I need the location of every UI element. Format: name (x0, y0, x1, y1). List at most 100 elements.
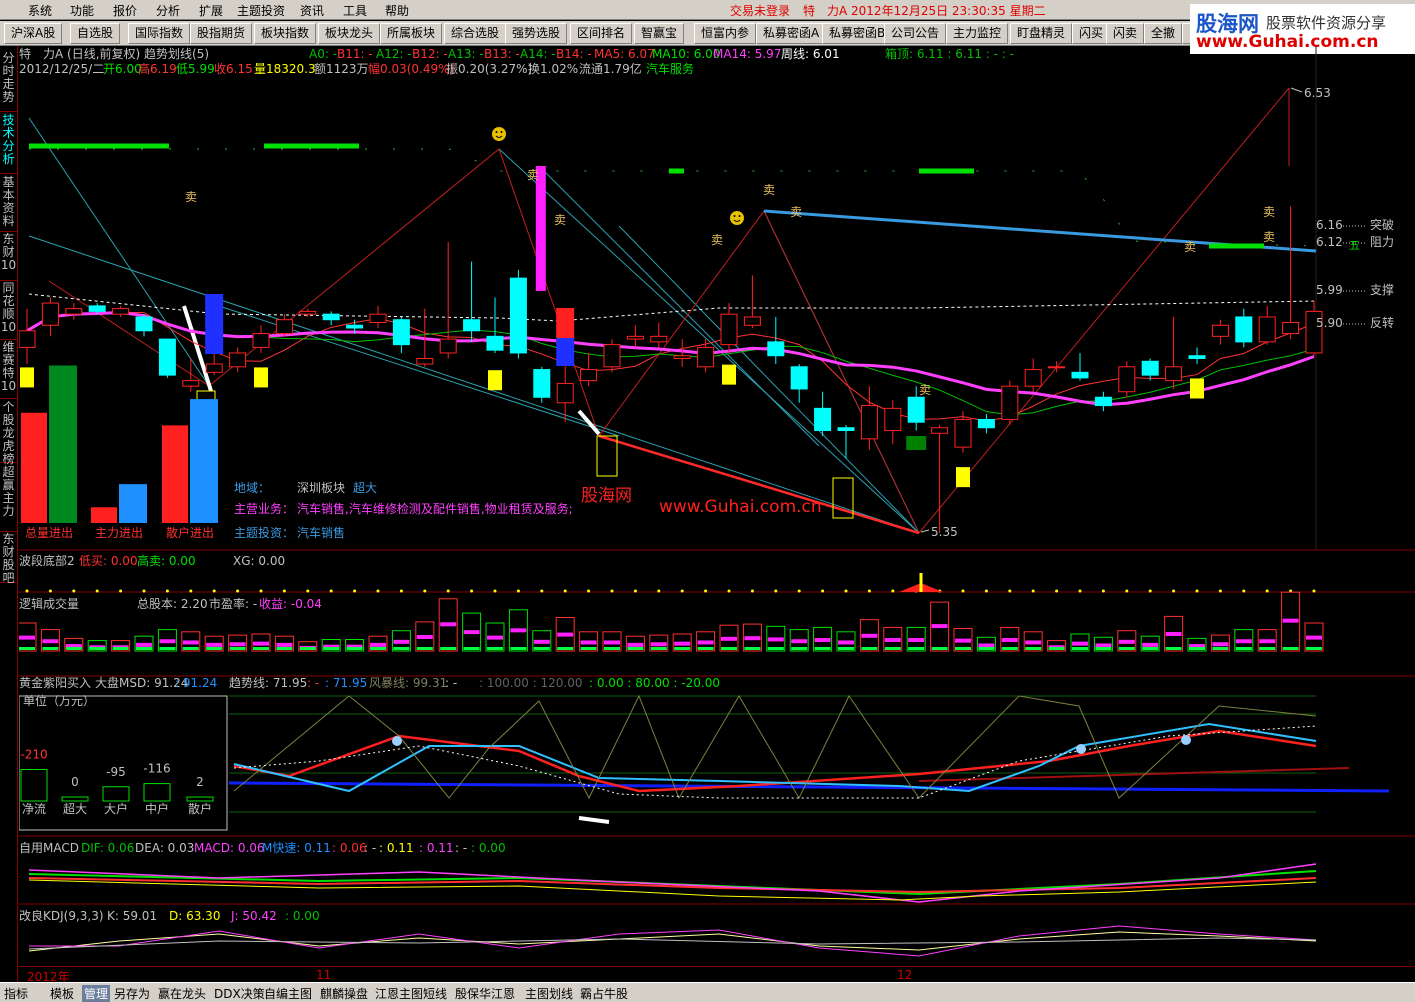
units-value: -210 (20, 748, 47, 762)
bottom-tab[interactable]: 麒麟操盘 (320, 985, 368, 1002)
volume-base (580, 647, 597, 650)
candle (369, 305, 387, 329)
indicator-value: A12: - (376, 47, 412, 61)
menu-item-label[interactable]: 功能 (70, 4, 94, 18)
sidebar-tab[interactable]: 个股龙虎榜 (0, 401, 17, 466)
toolbar-button[interactable]: 综合选股 (444, 23, 507, 44)
sidebar-tab[interactable]: 基本资料 (0, 176, 17, 232)
menu-item-label[interactable]: 分析 (156, 4, 180, 18)
volume-mark (229, 642, 246, 647)
volume-mark (1025, 640, 1042, 645)
wave-dot (1031, 589, 1035, 593)
sidebar-tab-label: 分时走势 (2, 51, 15, 104)
sidebar-tab[interactable]: 技术分析 (0, 114, 17, 174)
bottom-tab[interactable]: 模板 (50, 985, 74, 1002)
toolbar-button[interactable]: 全撤 (1144, 23, 1183, 44)
sidebar-tab[interactable]: 东财10 (0, 233, 17, 281)
candle-body (884, 407, 902, 432)
menu-item-label[interactable]: 系统 (28, 4, 52, 18)
bottom-tab[interactable]: 江恩主图短线 (375, 985, 447, 1002)
sidebar-tab[interactable]: 维赛特10 (0, 341, 17, 399)
menu-item-label[interactable]: 主题投资 (237, 4, 285, 18)
toolbar-button[interactable]: 板块指数 (254, 23, 317, 44)
volume-base (838, 647, 854, 650)
toolbar-button[interactable]: 闪买 (1072, 23, 1111, 44)
toolbar-button[interactable]: 区间排名 (570, 23, 633, 44)
toolbar-button[interactable]: 所属板块 (380, 23, 443, 44)
toolbar-button[interactable]: 主力监控 (946, 23, 1009, 44)
volume-base (159, 647, 176, 650)
gold-trend: 趋势线: 71.95 (229, 676, 307, 690)
bottom-tab[interactable]: 殷保华江恩 (455, 985, 515, 1002)
candle-body (346, 324, 364, 329)
bottom-tab[interactable]: DDX决策 (214, 985, 265, 1002)
volume-base (744, 647, 761, 650)
menu-item-label[interactable]: 帮助 (385, 4, 409, 18)
sell-marker: 卖 (919, 383, 931, 397)
bottom-tab[interactable]: 霸占牛股 (580, 985, 628, 1002)
wave-dot (189, 589, 193, 593)
sidebar-tab[interactable]: 分时走势 (0, 52, 17, 112)
toolbar-button[interactable]: 闪卖 (1106, 23, 1145, 44)
bottom-tab[interactable]: 指标 (4, 985, 28, 1002)
candle (650, 322, 668, 348)
candle (19, 308, 36, 365)
toolbar-button[interactable]: 板块龙头 (318, 23, 381, 44)
toolbar-button[interactable]: 沪深A股 (4, 23, 63, 44)
candle-body (369, 313, 387, 323)
wave-dot (1125, 589, 1129, 593)
sidebar-tab[interactable]: 同花顺10 (0, 282, 17, 340)
bottom-tab[interactable]: 赢在龙头 (158, 985, 206, 1002)
candle (1141, 358, 1159, 381)
wave-dot (212, 589, 216, 593)
menu-item-label[interactable]: 工具 (343, 4, 367, 18)
bottom-tab[interactable]: 自编主图 (264, 985, 312, 1002)
trade-status[interactable]: 交易未登录 (730, 2, 790, 19)
bottom-tab[interactable]: 另存为 (114, 985, 150, 1002)
volume-mark (721, 636, 737, 641)
quote-field: 开6.00 (103, 62, 142, 76)
volume-mark (1118, 639, 1135, 644)
volume-base (1118, 647, 1135, 650)
volume-mark (253, 641, 269, 646)
toolbar-button[interactable]: 国际指数 (128, 23, 191, 44)
wave-dot (563, 589, 567, 593)
menu-item-label[interactable]: 扩展 (199, 4, 223, 18)
toolbar-button[interactable]: 私募密函A (756, 23, 827, 44)
indicator-value: A14: - (520, 47, 556, 61)
units-value: 2 (196, 775, 204, 789)
candle (463, 261, 481, 342)
toolbar-button[interactable]: 智赢宝 (634, 23, 685, 44)
volume-base (1095, 647, 1112, 650)
candle-body (1282, 321, 1300, 335)
business-label: 主营业务： (234, 501, 294, 516)
toolbar-button[interactable]: 盯盘精灵 (1010, 23, 1073, 44)
toolbar-button[interactable]: 自选股 (70, 23, 121, 44)
toolbar-button[interactable]: 公司公告 (884, 23, 947, 44)
candle (1258, 305, 1276, 345)
bottom-tab[interactable]: 管理 (82, 985, 111, 1002)
menu-item-label[interactable]: 资讯 (300, 4, 324, 18)
wave-dot (516, 589, 520, 593)
volume-base (1259, 647, 1276, 650)
sidebar-tab[interactable]: 超赢主力 (0, 466, 17, 532)
toolbar-button[interactable]: 恒富内参 (694, 23, 757, 44)
volume-base (276, 647, 293, 650)
volume-base (136, 647, 152, 650)
candle-body (1071, 371, 1089, 379)
menu-item-label[interactable]: 报价 (113, 4, 137, 18)
macd-dif: DIF: 0.06 (81, 841, 134, 855)
sidebar-tab[interactable]: 东财股吧 (0, 533, 17, 585)
candle (1001, 380, 1019, 425)
zigzag-line (48, 87, 1290, 534)
bottom-tab[interactable]: 主图划线 (525, 985, 573, 1002)
smiley-eye (495, 131, 498, 133)
region-label: 地域： (234, 481, 270, 495)
toolbar-button[interactable]: 私募密函B (822, 23, 893, 44)
wave-dot (1172, 589, 1176, 593)
toolbar-button[interactable]: 强势选股 (505, 23, 568, 44)
toolbar-button[interactable]: 股指期货 (190, 23, 253, 44)
chart-area[interactable]: 特 力A (日线,前复权) 趋势划线(5) A0: - B11: - A12: - B1… (19, 46, 1415, 966)
sell-marker: 卖 (527, 168, 539, 182)
volume-base (416, 647, 433, 650)
